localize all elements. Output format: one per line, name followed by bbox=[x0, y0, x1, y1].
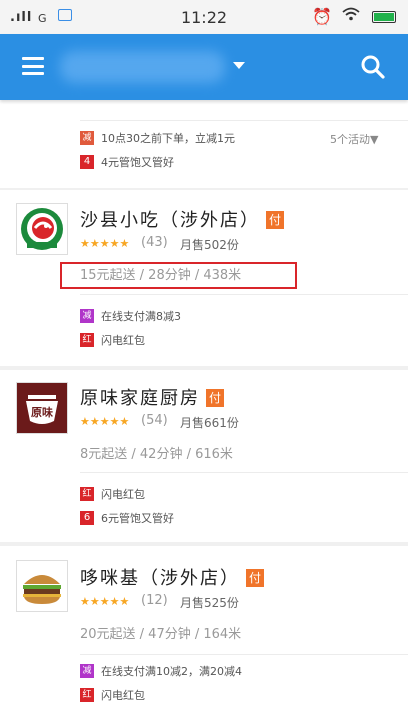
amount-badge: 6 bbox=[80, 511, 94, 525]
red-packet-badge: 红 bbox=[80, 333, 94, 347]
promotion-row: 红 闪电红包 bbox=[80, 686, 145, 704]
promotion-row: 减 在线支付满10减2，满20减4 bbox=[80, 662, 242, 680]
wifi-icon bbox=[342, 7, 360, 25]
rating-count: (12) bbox=[141, 593, 168, 608]
promotion-row: 6 6元管饱又管好 bbox=[80, 509, 174, 527]
monthly-sales: 月售502份 bbox=[180, 238, 239, 252]
restaurant-logo bbox=[16, 203, 68, 255]
promotion-row: 减 在线支付满8减3 bbox=[80, 307, 181, 325]
rating-stars: ★★★★★ bbox=[80, 237, 130, 250]
restaurant-name: 沙县小吃（涉外店）付 bbox=[80, 206, 284, 232]
amount-badge: 4 bbox=[80, 155, 94, 169]
status-bar: .ıll G 11:22 ⏰ bbox=[0, 0, 408, 34]
promotion-text: 在线支付满10减2，满20减4 bbox=[101, 665, 242, 678]
rating-count: (43) bbox=[141, 235, 168, 250]
discount-badge: 减 bbox=[80, 664, 94, 678]
dropdown-caret-icon[interactable] bbox=[233, 62, 245, 69]
promotion-row: 红 闪电红包 bbox=[80, 485, 145, 503]
restaurant-logo bbox=[16, 560, 68, 612]
promotion-text: 闪电红包 bbox=[101, 488, 145, 501]
svg-text:原味: 原味 bbox=[31, 405, 53, 419]
battery-icon bbox=[372, 11, 396, 23]
restaurant-logo: 原味 bbox=[16, 382, 68, 434]
red-packet-badge: 红 bbox=[80, 487, 94, 501]
alarm-icon: ⏰ bbox=[312, 7, 332, 26]
promotion-row: 4 4元管饱又管好 bbox=[80, 153, 174, 171]
activities-toggle[interactable]: 5个活动▼ bbox=[330, 131, 378, 147]
promotion-text: 闪电红包 bbox=[101, 689, 145, 702]
restaurant-name: 哆咪基（涉外店）付 bbox=[80, 564, 264, 590]
rating-stars: ★★★★★ bbox=[80, 415, 130, 428]
delivery-info: 8元起送 / 42分钟 / 616米 bbox=[80, 447, 233, 462]
delivery-info: 20元起送 / 47分钟 / 164米 bbox=[80, 627, 242, 642]
promotion-text: 闪电红包 bbox=[101, 334, 145, 347]
restaurant-name: 原味家庭厨房付 bbox=[80, 384, 224, 410]
promotion-row: 红 闪电红包 bbox=[80, 331, 145, 349]
discount-badge: 减 bbox=[80, 309, 94, 323]
restaurant-card[interactable]: 原味 原味家庭厨房付 ★★★★★ (54) 月售661份 8元起送 / 42分钟… bbox=[0, 370, 408, 542]
promotion-text: 6元管饱又管好 bbox=[101, 512, 174, 525]
promotion-text: 4元管饱又管好 bbox=[101, 156, 174, 169]
app-bar bbox=[0, 34, 408, 100]
monthly-sales: 月售661份 bbox=[180, 416, 239, 430]
online-pay-badge: 付 bbox=[246, 569, 264, 587]
discount-badge: 减 bbox=[80, 131, 94, 145]
restaurant-card-partial[interactable]: 减 10点30之前下单，立减1元 5个活动▼ 4 4元管饱又管好 bbox=[0, 100, 408, 188]
promotion-text: 10点30之前下单，立减1元 bbox=[101, 132, 235, 145]
search-icon[interactable] bbox=[360, 54, 386, 80]
annotation-highlight-box bbox=[60, 262, 297, 289]
online-pay-badge: 付 bbox=[206, 389, 224, 407]
location-title-blurred[interactable] bbox=[60, 51, 225, 83]
restaurant-card[interactable]: 哆咪基（涉外店）付 ★★★★★ (12) 月售525份 20元起送 / 47分钟… bbox=[0, 546, 408, 720]
promotion-text: 在线支付满8减3 bbox=[101, 310, 181, 323]
restaurant-list[interactable]: 减 10点30之前下单，立减1元 5个活动▼ 4 4元管饱又管好 沙县小吃（涉外… bbox=[0, 100, 408, 720]
online-pay-badge: 付 bbox=[266, 211, 284, 229]
red-packet-badge: 红 bbox=[80, 688, 94, 702]
rating-count: (54) bbox=[141, 413, 168, 428]
monthly-sales: 月售525份 bbox=[180, 596, 239, 610]
rating-stars: ★★★★★ bbox=[80, 595, 130, 608]
promotion-row: 减 10点30之前下单，立减1元 bbox=[80, 129, 235, 147]
menu-icon[interactable] bbox=[22, 57, 44, 75]
